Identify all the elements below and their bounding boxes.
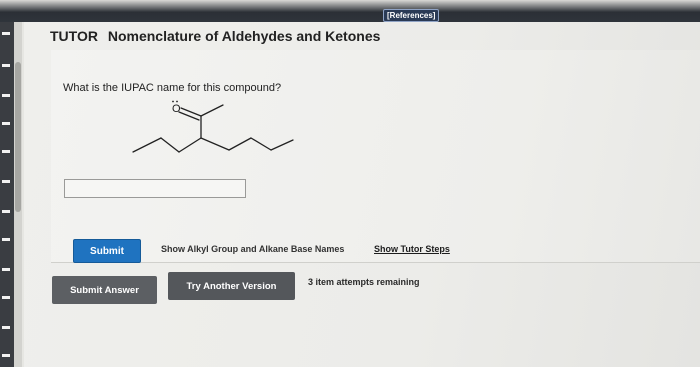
answer-input[interactable] [64, 179, 246, 198]
top-bar: [References] [0, 0, 700, 22]
nav-marker[interactable] [2, 296, 10, 299]
nav-marker[interactable] [2, 150, 10, 153]
show-tutor-steps-link[interactable]: Show Tutor Steps [374, 244, 450, 254]
bond [228, 137, 252, 151]
question-prompt: What is the IUPAC name for this compound… [63, 82, 282, 94]
bond [270, 139, 294, 151]
references-button[interactable]: [References] [383, 9, 440, 22]
question-panel: What is the IUPAC name for this compound… [51, 50, 700, 263]
scroll-thumb[interactable] [15, 62, 21, 212]
page-title-text: Nomenclature of Aldehydes and Ketones [107, 28, 381, 44]
submit-answer-button[interactable]: Submit Answer [52, 276, 157, 304]
submit-button[interactable]: Submit [73, 239, 141, 263]
lone-pair-dot [176, 100, 178, 103]
bond [200, 104, 224, 117]
lone-pair-dot [172, 100, 174, 103]
nav-marker[interactable] [2, 94, 10, 97]
left-nav-strip [0, 22, 14, 367]
try-another-version-button[interactable]: Try Another Version [168, 272, 295, 300]
nav-marker[interactable] [2, 122, 10, 125]
bond [200, 137, 230, 151]
oxygen-atom-label: O [172, 103, 181, 115]
bond [180, 107, 202, 117]
vertical-scrollbar[interactable] [14, 22, 22, 367]
tutor-page: TUTOR Nomenclature of Aldehydes and Keto… [24, 22, 700, 367]
bond [178, 137, 202, 153]
nav-marker[interactable] [2, 64, 10, 67]
skeletal-structure-diagram: O [132, 100, 294, 153]
attempts-remaining-text: 3 item attempts remaining [308, 277, 420, 287]
bond [132, 137, 162, 153]
double-bond [178, 111, 200, 121]
tutor-brand: TUTOR [50, 28, 98, 44]
nav-marker[interactable] [2, 180, 10, 183]
show-alkyl-names-link[interactable]: Show Alkyl Group and Alkane Base Names [161, 244, 344, 254]
nav-marker[interactable] [2, 238, 10, 241]
page-title: TUTOR Nomenclature of Aldehydes and Keto… [50, 28, 380, 44]
nav-marker[interactable] [2, 326, 10, 329]
bond [250, 137, 272, 151]
nav-marker[interactable] [2, 32, 10, 35]
bond [160, 137, 180, 153]
nav-marker[interactable] [2, 268, 10, 271]
nav-marker[interactable] [2, 210, 10, 213]
nav-marker[interactable] [2, 354, 10, 357]
